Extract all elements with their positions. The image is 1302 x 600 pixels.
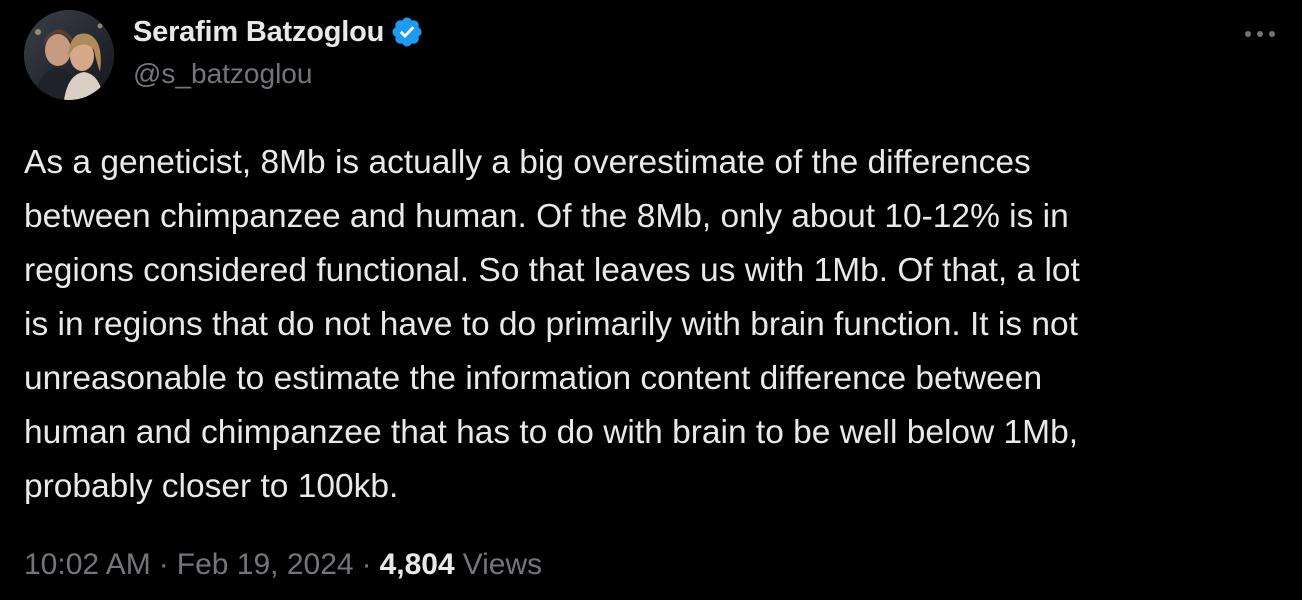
tweet-date[interactable]: Feb 19, 2024	[177, 548, 354, 582]
verified-badge-icon[interactable]	[390, 15, 424, 49]
tweet-time[interactable]: 10:02 AM	[24, 548, 151, 582]
more-options-button[interactable]	[1238, 20, 1282, 48]
author-avatar[interactable]	[24, 10, 114, 100]
more-horizontal-icon	[1245, 31, 1275, 37]
author-display-name[interactable]: Serafim Batzoglou	[133, 16, 384, 49]
meta-separator: ·	[361, 548, 372, 581]
tweet-card: Serafim Batzoglou @s_batzoglou As a gene…	[0, 0, 1302, 600]
views-count[interactable]: 4,804	[380, 548, 455, 582]
tweet-meta: 10:02 AM · Feb 19, 2024 · 4,804 Views	[24, 548, 542, 582]
author-name-row: Serafim Batzoglou	[133, 14, 424, 50]
author-handle[interactable]: @s_batzoglou	[133, 58, 312, 90]
avatar-photo	[24, 10, 114, 100]
tweet-text: As a geneticist, 8Mb is actually a big o…	[24, 144, 1080, 505]
meta-separator: ·	[158, 548, 169, 581]
views-label[interactable]: Views	[463, 548, 542, 582]
